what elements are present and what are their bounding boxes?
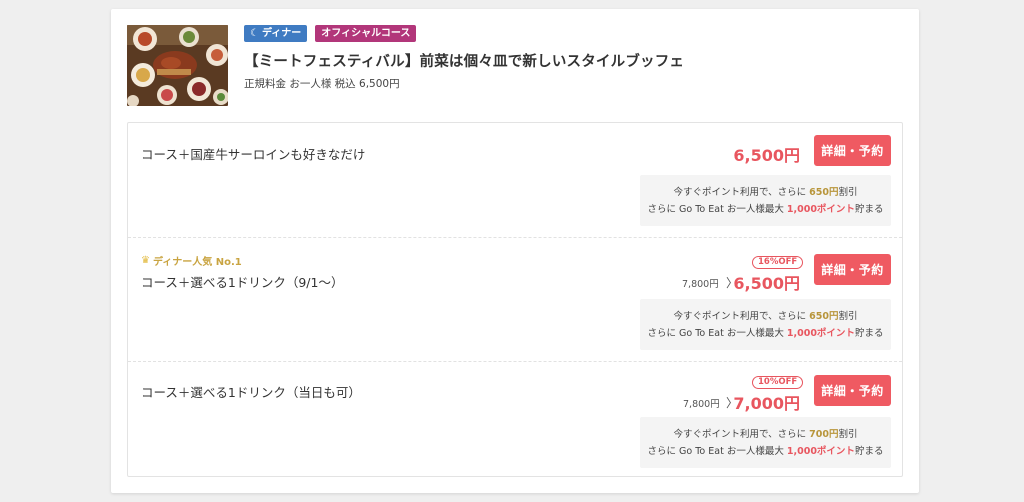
plan-name: コース＋国産牛サーロインも好きなだけ xyxy=(141,147,366,162)
points-line-1: 今すぐポイント利用で、さらに 700円割引 xyxy=(640,426,891,443)
detail-reserve-button[interactable]: 詳細・予約 xyxy=(814,135,891,166)
plan-price: 6,500円 xyxy=(733,146,800,165)
dinner-tag-label: ディナー xyxy=(261,28,302,39)
plan-item: ♛ ディナー人気 No.1 コース＋選べる1ドリンク（9/1〜） 16%OFF … xyxy=(128,237,902,361)
food-photo-icon xyxy=(127,25,228,106)
discount-badge: 10%OFF xyxy=(752,376,804,389)
course-tags: ☾ ディナー オフィシャルコース xyxy=(244,25,417,42)
regular-price: 正規料金 お一人様 税込 6,500円 xyxy=(244,78,400,90)
original-price: 7,800円 xyxy=(682,279,719,290)
popular-badge-label: ディナー人気 No.1 xyxy=(152,257,242,268)
plan-price: 6,500円 xyxy=(733,274,800,293)
points-text: さらに Go To Eat お一人様最大 xyxy=(647,204,784,215)
plan-name: コース＋選べる1ドリンク（9/1〜） xyxy=(141,275,344,290)
official-tag-label: オフィシャルコース xyxy=(321,28,411,39)
points-line-2: さらに Go To Eat お一人様最大 1,000ポイント貯まる xyxy=(640,443,891,460)
points-text: 貯まる xyxy=(854,328,884,339)
points-text: 貯まる xyxy=(854,204,884,215)
course-header: ☾ ディナー オフィシャルコース 【ミートフェスティバル】前菜は個々皿で新しいス… xyxy=(127,25,903,107)
plan-item: コース＋国産牛サーロインも好きなだけ 6,500円 詳細・予約 今すぐポイント利… xyxy=(128,123,902,237)
crown-icon: ♛ xyxy=(141,255,150,266)
original-price: 7,800円 xyxy=(683,399,720,410)
points-text: さらに Go To Eat お一人様最大 xyxy=(647,446,784,457)
goto-eat-points: 1,000ポイント xyxy=(786,446,855,457)
points-line-1: 今すぐポイント利用で、さらに 650円割引 xyxy=(640,184,891,201)
goto-eat-points: 1,000ポイント xyxy=(786,204,855,215)
points-line-1: 今すぐポイント利用で、さらに 650円割引 xyxy=(640,308,891,325)
plan-list: コース＋国産牛サーロインも好きなだけ 6,500円 詳細・予約 今すぐポイント利… xyxy=(127,122,903,477)
dinner-tag: ☾ ディナー xyxy=(244,25,308,42)
points-text: 割引 xyxy=(838,429,858,440)
plan-price: 7,000円 xyxy=(733,394,800,413)
points-discount-amount: 700円 xyxy=(809,429,839,440)
points-text: 割引 xyxy=(838,187,858,198)
goto-eat-points: 1,000ポイント xyxy=(786,328,855,339)
points-text: 貯まる xyxy=(854,446,884,457)
points-discount-amount: 650円 xyxy=(809,311,839,322)
plan-name: コース＋選べる1ドリンク（当日も可） xyxy=(141,385,361,400)
discount-badge: 16%OFF xyxy=(752,256,804,269)
points-text: 今すぐポイント利用で、さらに xyxy=(673,429,807,440)
detail-reserve-button[interactable]: 詳細・予約 xyxy=(814,375,891,406)
detail-reserve-button[interactable]: 詳細・予約 xyxy=(814,254,891,285)
popular-badge: ♛ ディナー人気 No.1 xyxy=(141,253,242,268)
points-info: 今すぐポイント利用で、さらに 650円割引 さらに Go To Eat お一人様… xyxy=(640,175,891,226)
points-text: さらに Go To Eat お一人様最大 xyxy=(647,328,784,339)
points-discount-amount: 650円 xyxy=(809,187,839,198)
course-title[interactable]: 【ミートフェスティバル】前菜は個々皿で新しいスタイルブッフェ xyxy=(244,50,684,71)
points-text: 今すぐポイント利用で、さらに xyxy=(673,187,807,198)
plan-item: コース＋選べる1ドリンク（当日も可） 10%OFF 7,800円 〉 7,000… xyxy=(128,361,902,477)
points-info: 今すぐポイント利用で、さらに 700円割引 さらに Go To Eat お一人様… xyxy=(640,417,891,468)
points-text: 今すぐポイント利用で、さらに xyxy=(673,311,807,322)
official-course-tag: オフィシャルコース xyxy=(315,25,417,42)
course-thumbnail[interactable] xyxy=(127,25,228,106)
moon-icon: ☾ xyxy=(250,28,259,39)
points-line-2: さらに Go To Eat お一人様最大 1,000ポイント貯まる xyxy=(640,325,891,342)
points-info: 今すぐポイント利用で、さらに 650円割引 さらに Go To Eat お一人様… xyxy=(640,299,891,350)
points-text: 割引 xyxy=(838,311,858,322)
course-card: ☾ ディナー オフィシャルコース 【ミートフェスティバル】前菜は個々皿で新しいス… xyxy=(111,9,919,493)
points-line-2: さらに Go To Eat お一人様最大 1,000ポイント貯まる xyxy=(640,201,891,218)
